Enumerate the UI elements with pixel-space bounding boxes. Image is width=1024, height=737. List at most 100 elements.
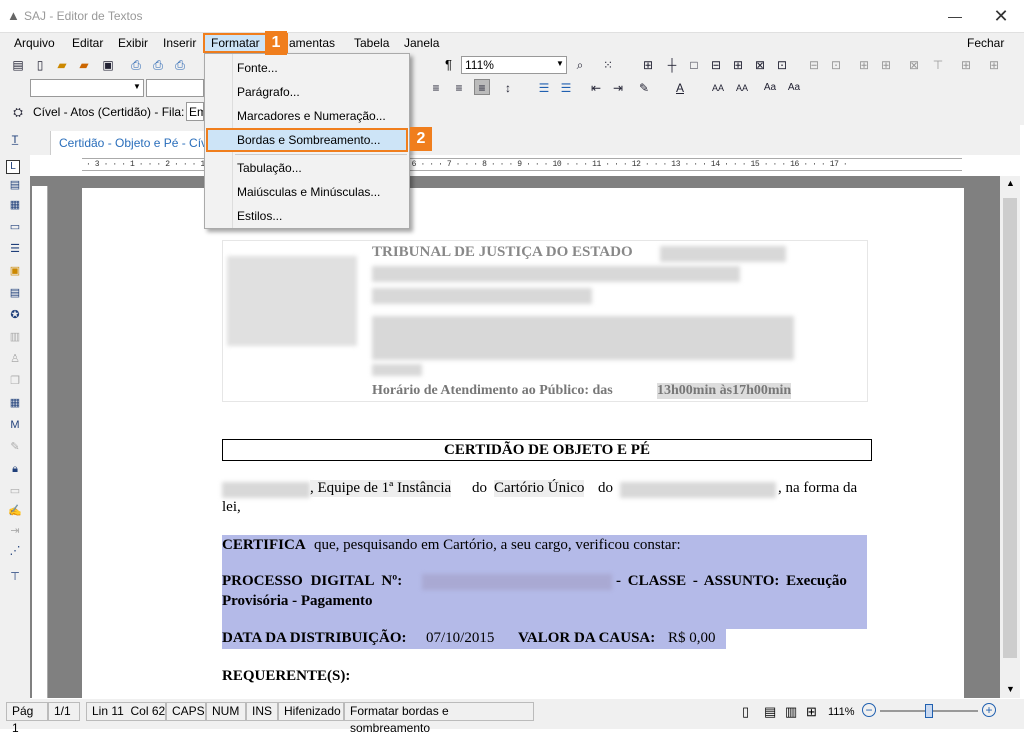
table-split-icon[interactable]: ⊠ (752, 57, 768, 73)
valor-label: VALOR DA CAUSA: (518, 630, 656, 646)
zoom-slider-thumb[interactable] (925, 704, 933, 718)
print-icon[interactable]: ⎙ (128, 57, 144, 73)
table-row-icon[interactable]: ⊟ (708, 57, 724, 73)
show-marks-icon[interactable]: ⁙ (600, 57, 616, 73)
lock-icon[interactable]: 🔒︎ (7, 461, 23, 477)
scroll-up-icon[interactable]: ▲ (1006, 178, 1015, 188)
table-insert-icon[interactable]: ┼ (664, 57, 680, 73)
table-icon-b[interactable]: ⊞ (878, 57, 894, 73)
normal-view-icon[interactable]: ▤ (764, 704, 776, 720)
find-icon[interactable]: ⌕ (572, 57, 588, 73)
paint-icon[interactable]: ⊤ (7, 569, 23, 585)
attach-icon[interactable]: ▦ (7, 197, 23, 213)
font-select[interactable] (146, 79, 204, 97)
menu-tabela[interactable]: Tabela (354, 36, 389, 50)
share-icon[interactable]: ⋰ (7, 543, 23, 559)
menu-inserir[interactable]: Inserir (163, 36, 196, 50)
paragraph-icon[interactable]: ¶ (445, 57, 452, 72)
menu-item-bordas[interactable]: Bordas e Sombreamento... (237, 133, 380, 147)
align-center-icon[interactable]: ≡ (428, 80, 444, 96)
menu-arquivo[interactable]: Arquivo (14, 36, 55, 50)
table-icon-f[interactable]: ⊞ (986, 57, 1002, 73)
status-num: NUM (206, 702, 246, 721)
field-icon[interactable]: T̲ (7, 132, 23, 148)
documents-icon[interactable]: ▤ (7, 177, 23, 193)
bullets-icon[interactable]: ☰ (536, 80, 552, 96)
table-delete-icon[interactable]: ⊟ (806, 57, 822, 73)
window-title: SAJ - Editor de Textos (24, 9, 143, 23)
proc-label: PROCESSO DIGITAL Nº: (222, 573, 403, 589)
table-delcol-icon[interactable]: ⊡ (828, 57, 844, 73)
table-icon-d[interactable]: ⊤ (930, 57, 946, 73)
calendar-icon[interactable]: ▦ (7, 395, 23, 411)
outline-view-icon[interactable]: ⊞ (806, 704, 817, 720)
indent-decrease-icon[interactable]: ⇤ (588, 80, 604, 96)
form-icon[interactable]: ▣ (7, 263, 23, 279)
new-document-icon[interactable]: ▤ (10, 57, 26, 73)
callout-1: 1 (265, 31, 287, 55)
remove-field-icon[interactable]: ▤ (7, 285, 23, 301)
requerente: REQUERENTE(S): (222, 668, 351, 684)
p1-c: Cartório Único (494, 480, 585, 497)
print-setup-icon[interactable]: ⎙ (172, 57, 188, 73)
queue-select[interactable]: Em (186, 102, 204, 121)
font-color-icon[interactable]: A (672, 80, 688, 96)
comment-icon[interactable]: ▭ (7, 219, 23, 235)
close-window-button[interactable]: ✕ (978, 0, 1024, 33)
document-m-icon[interactable]: M (7, 417, 23, 433)
table-icon-a[interactable]: ⊞ (856, 57, 872, 73)
scroll-down-icon[interactable]: ▼ (1006, 684, 1015, 694)
table-box-icon[interactable]: □ (686, 57, 702, 73)
change-case-icon[interactable]: Aa (762, 80, 778, 96)
table-col-icon[interactable]: ⊞ (730, 57, 746, 73)
zoom-out-icon[interactable]: − (862, 703, 876, 717)
shrink-font-icon[interactable]: AA (734, 80, 750, 96)
web-view-icon[interactable]: ▥ (785, 704, 797, 720)
indent-increase-icon[interactable]: ⇥ (610, 80, 626, 96)
menu-item-marcadores[interactable]: Marcadores e Numeração... (237, 109, 386, 123)
menu-janela[interactable]: Janela (404, 36, 439, 50)
menu-exibir[interactable]: Exibir (118, 36, 148, 50)
scroll-thumb[interactable] (1003, 198, 1017, 658)
tab-certidao[interactable]: Certidão - Objeto e Pé - Cíve (50, 131, 230, 155)
menu-item-fonte[interactable]: Fonte... (237, 61, 278, 75)
zoom-in-icon[interactable]: + (982, 703, 996, 717)
menu-separator (235, 154, 407, 155)
numbering-icon[interactable]: ☰ (558, 80, 574, 96)
table-icon-e[interactable]: ⊞ (958, 57, 974, 73)
open-recent-icon[interactable]: ▰ (76, 57, 92, 73)
justify-icon[interactable]: ≡ (474, 79, 490, 95)
line-spacing-icon[interactable]: ↕ (500, 80, 516, 96)
page-view-icon[interactable]: ▯ (742, 704, 749, 720)
badge-icon[interactable]: ✪ (7, 307, 23, 323)
menu-formatar[interactable]: Formatar (211, 36, 260, 50)
table-grid-icon[interactable]: ⊞ (640, 57, 656, 73)
grow-font-icon[interactable]: AA (710, 80, 726, 96)
list-icon[interactable]: ☰ (7, 241, 23, 257)
menu-item-tabulacao[interactable]: Tabulação... (237, 161, 302, 175)
table-merge-icon[interactable]: ⊡ (774, 57, 790, 73)
highlight-icon[interactable]: ✎ (636, 80, 652, 96)
minimize-button[interactable]: — (932, 0, 978, 33)
save-icon[interactable]: ▣ (100, 57, 116, 73)
clear-format-icon[interactable]: Aa (786, 80, 802, 96)
queue-select-value: Em (189, 105, 203, 119)
close-document-button[interactable]: Fechar (967, 36, 1004, 50)
align-right-icon[interactable]: ≡ (451, 80, 467, 96)
zoom-select[interactable]: 111% ▼ (461, 56, 567, 74)
p1-f: lei, (222, 499, 241, 515)
vertical-scrollbar[interactable]: ▲ ▼ (1000, 176, 1020, 698)
menu-item-maiusculas[interactable]: Maiúsculas e Minúsculas... (237, 185, 380, 199)
document-page[interactable]: TRIBUNAL DE JUSTIÇA DO ESTADO Horário de… (82, 188, 964, 708)
menu-editar[interactable]: Editar (72, 36, 103, 50)
menu-item-estilos[interactable]: Estilos... (237, 209, 282, 223)
preview-icon: ▭ (9, 485, 21, 497)
ruler-toggle-icon[interactable]: L (6, 160, 20, 174)
table-icon-c[interactable]: ⊠ (906, 57, 922, 73)
print-preview-icon[interactable]: ⎙ (150, 57, 166, 73)
menu-item-paragrafo[interactable]: Parágrafo... (237, 85, 300, 99)
blank-page-icon[interactable]: ▯ (32, 57, 48, 73)
open-folder-icon[interactable]: ▰ (54, 57, 70, 73)
p1-b: do (472, 480, 487, 496)
style-select[interactable]: ▼ (30, 79, 144, 97)
